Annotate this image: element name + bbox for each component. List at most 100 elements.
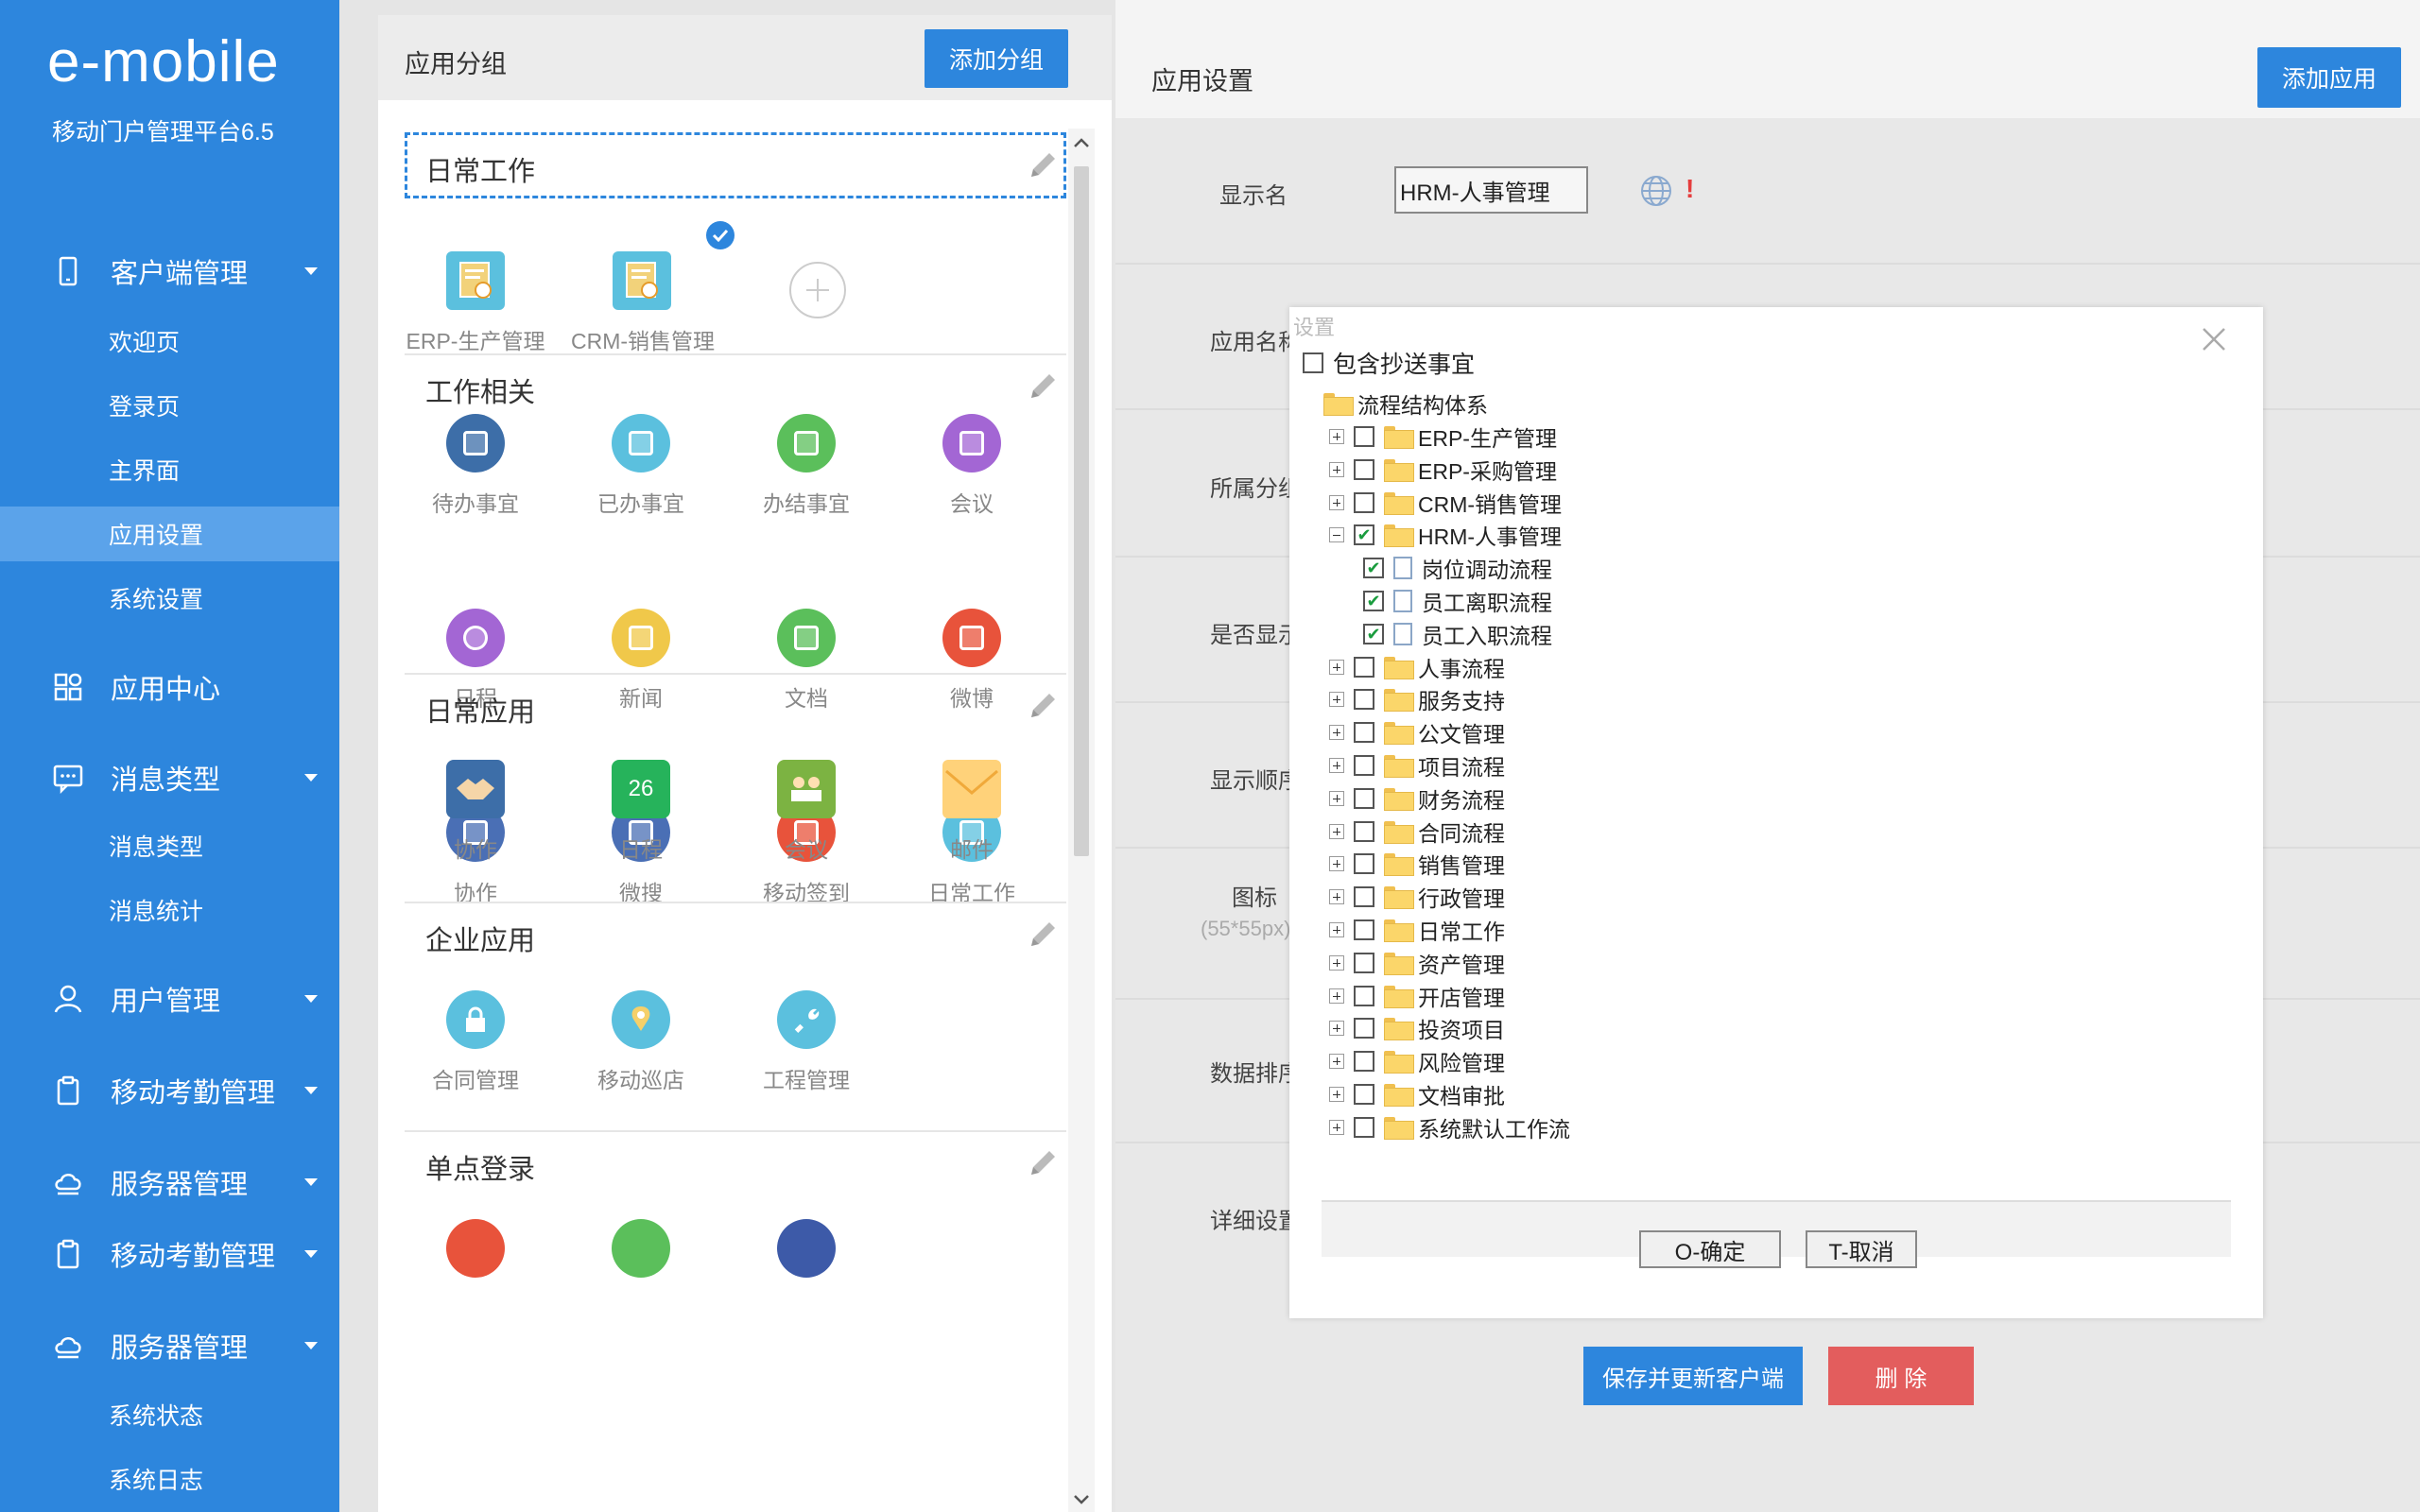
- sub-welcome[interactable]: 欢迎页: [0, 314, 339, 369]
- tree-checkbox[interactable]: ✔: [1363, 623, 1384, 644]
- tree-item[interactable]: CRM-销售管理: [1329, 487, 1562, 519]
- app-tile[interactable]: 邮件: [901, 760, 1043, 864]
- tree-item[interactable]: ✔ HRM-人事管理: [1329, 519, 1562, 551]
- sub-message-type[interactable]: 消息类型: [0, 818, 339, 873]
- tree-item[interactable]: 项目流程: [1329, 749, 1505, 782]
- expand-icon[interactable]: [1329, 659, 1344, 675]
- tree-item[interactable]: 投资项目: [1329, 1012, 1505, 1044]
- tree-checkbox[interactable]: [1354, 952, 1374, 973]
- tree-item[interactable]: 人事流程: [1329, 651, 1505, 683]
- tree-item[interactable]: 销售管理: [1329, 848, 1505, 880]
- app-tile[interactable]: 合同管理: [405, 990, 546, 1094]
- tree-checkbox[interactable]: [1354, 853, 1374, 875]
- globe-icon[interactable]: [1639, 174, 1673, 208]
- expand-icon[interactable]: [1329, 1087, 1344, 1102]
- tree-checkbox[interactable]: [1354, 820, 1374, 842]
- app-tile[interactable]: ERP-生产管理: [405, 251, 546, 355]
- pencil-icon[interactable]: [1027, 149, 1059, 181]
- tree-item[interactable]: 合同流程: [1329, 816, 1505, 848]
- expand-icon[interactable]: [1329, 725, 1344, 741]
- expand-icon[interactable]: [1329, 823, 1344, 839]
- group-enterprise-apps[interactable]: 企业应用 合同管理 移动巡店 工程管理: [405, 905, 1066, 1132]
- save-update-button[interactable]: 保存并更新客户端: [1583, 1347, 1803, 1405]
- tree-checkbox[interactable]: [1354, 426, 1374, 447]
- app-tile[interactable]: [570, 1219, 712, 1278]
- tree-leaf-item[interactable]: ✔ 员工入职流程: [1363, 618, 1552, 650]
- expand-icon[interactable]: [1329, 1021, 1344, 1037]
- tree-item[interactable]: ERP-生产管理: [1329, 421, 1557, 453]
- expand-icon[interactable]: [1329, 758, 1344, 773]
- tree-checkbox[interactable]: [1354, 919, 1374, 940]
- app-tile[interactable]: 会议: [735, 760, 877, 864]
- tree-checkbox[interactable]: [1354, 1084, 1374, 1105]
- group-work-related[interactable]: 工作相关 待办事宜 已办事宜 办结事宜 会议 日程 新闻 文档 微博 协作 微搜 移动签到 日常工作: [405, 357, 1066, 905]
- tree-checkbox[interactable]: [1354, 722, 1374, 744]
- tree-checkbox[interactable]: [1354, 787, 1374, 809]
- nav-attendance[interactable]: 移动考勤管理: [0, 1067, 339, 1114]
- nav-attendance-2[interactable]: 移动考勤管理: [0, 1230, 339, 1278]
- expand-icon[interactable]: [1329, 461, 1344, 477]
- tree-item[interactable]: 服务支持: [1329, 683, 1505, 715]
- expand-icon[interactable]: [1329, 988, 1344, 1004]
- group-daily-work[interactable]: 日常工作 ERP-生产管理 CRM-销售管理: [405, 129, 1066, 355]
- app-tile[interactable]: 移动巡店: [570, 990, 712, 1094]
- expand-icon[interactable]: [1329, 692, 1344, 708]
- expand-icon[interactable]: [1329, 790, 1344, 806]
- tree-checkbox[interactable]: [1354, 491, 1374, 513]
- expand-icon[interactable]: [1329, 494, 1344, 510]
- include-cc-option[interactable]: 包含抄送事宜: [1303, 347, 1475, 379]
- expand-icon[interactable]: [1329, 922, 1344, 937]
- nav-client-management[interactable]: 客户端管理: [0, 248, 339, 295]
- expand-icon[interactable]: [1329, 856, 1344, 872]
- tree-checkbox[interactable]: [1354, 458, 1374, 480]
- pencil-icon[interactable]: [1027, 690, 1059, 722]
- tree-item[interactable]: ERP-采购管理: [1329, 454, 1557, 486]
- tree-item[interactable]: 系统默认工作流: [1329, 1111, 1570, 1143]
- tree-item[interactable]: 风险管理: [1329, 1045, 1505, 1077]
- add-group-button[interactable]: 添加分组: [925, 29, 1068, 88]
- app-tile[interactable]: 协作: [405, 760, 546, 864]
- tree-checkbox[interactable]: [1354, 1116, 1374, 1138]
- tree-checkbox[interactable]: [1354, 656, 1374, 678]
- sub-main[interactable]: 主界面: [0, 442, 339, 497]
- nav-user-management[interactable]: 用户管理: [0, 975, 339, 1022]
- app-tile[interactable]: 26 日程: [570, 760, 712, 864]
- include-cc-checkbox[interactable]: [1303, 352, 1323, 373]
- expand-icon[interactable]: [1329, 1119, 1344, 1135]
- sub-message-stats[interactable]: 消息统计: [0, 883, 339, 937]
- tree-item[interactable]: 资产管理: [1329, 947, 1505, 979]
- nav-server-management[interactable]: 服务器管理: [0, 1159, 339, 1206]
- tree-checkbox[interactable]: ✔: [1363, 591, 1384, 611]
- tree-leaf-item[interactable]: ✔ 员工离职流程: [1363, 585, 1552, 617]
- tree-item[interactable]: 行政管理: [1329, 881, 1505, 913]
- add-app-icon[interactable]: [788, 261, 847, 319]
- tree-checkbox[interactable]: [1354, 985, 1374, 1006]
- sub-system-status[interactable]: 系统状态: [0, 1387, 339, 1442]
- pencil-icon[interactable]: [1027, 1147, 1059, 1179]
- tree-item[interactable]: 开店管理: [1329, 980, 1505, 1012]
- tree-checkbox[interactable]: [1354, 1018, 1374, 1040]
- tree-checkbox[interactable]: [1354, 689, 1374, 711]
- tree-item[interactable]: 公文管理: [1329, 716, 1505, 748]
- tree-item[interactable]: 财务流程: [1329, 782, 1505, 815]
- tree-checkbox[interactable]: ✔: [1363, 558, 1384, 579]
- app-tile[interactable]: 已办事宜: [570, 414, 712, 518]
- tree-checkbox[interactable]: ✔: [1354, 524, 1374, 546]
- expand-icon[interactable]: [1329, 954, 1344, 971]
- nav-app-center[interactable]: 应用中心: [0, 663, 339, 711]
- nav-server-management-2[interactable]: 服务器管理: [0, 1322, 339, 1369]
- sub-app-settings[interactable]: 应用设置: [0, 507, 339, 561]
- app-tile[interactable]: 办结事宜: [735, 414, 877, 518]
- nav-message-type[interactable]: 消息类型: [0, 754, 339, 801]
- group-daily-apps[interactable]: 日常应用 协作 26 日程 会议 邮件: [405, 677, 1066, 903]
- close-icon[interactable]: [2199, 324, 2229, 354]
- sub-login[interactable]: 登录页: [0, 378, 339, 433]
- group-list-scrollbar[interactable]: [1068, 129, 1095, 1512]
- app-tile[interactable]: 会议: [901, 414, 1043, 518]
- tree-item[interactable]: 文档审批: [1329, 1078, 1505, 1110]
- tree-item[interactable]: 日常工作: [1329, 914, 1505, 946]
- tree-checkbox[interactable]: [1354, 1051, 1374, 1073]
- cancel-button[interactable]: T-取消: [1806, 1230, 1917, 1268]
- app-tile[interactable]: 工程管理: [735, 990, 877, 1094]
- app-tile[interactable]: CRM-销售管理: [571, 251, 715, 355]
